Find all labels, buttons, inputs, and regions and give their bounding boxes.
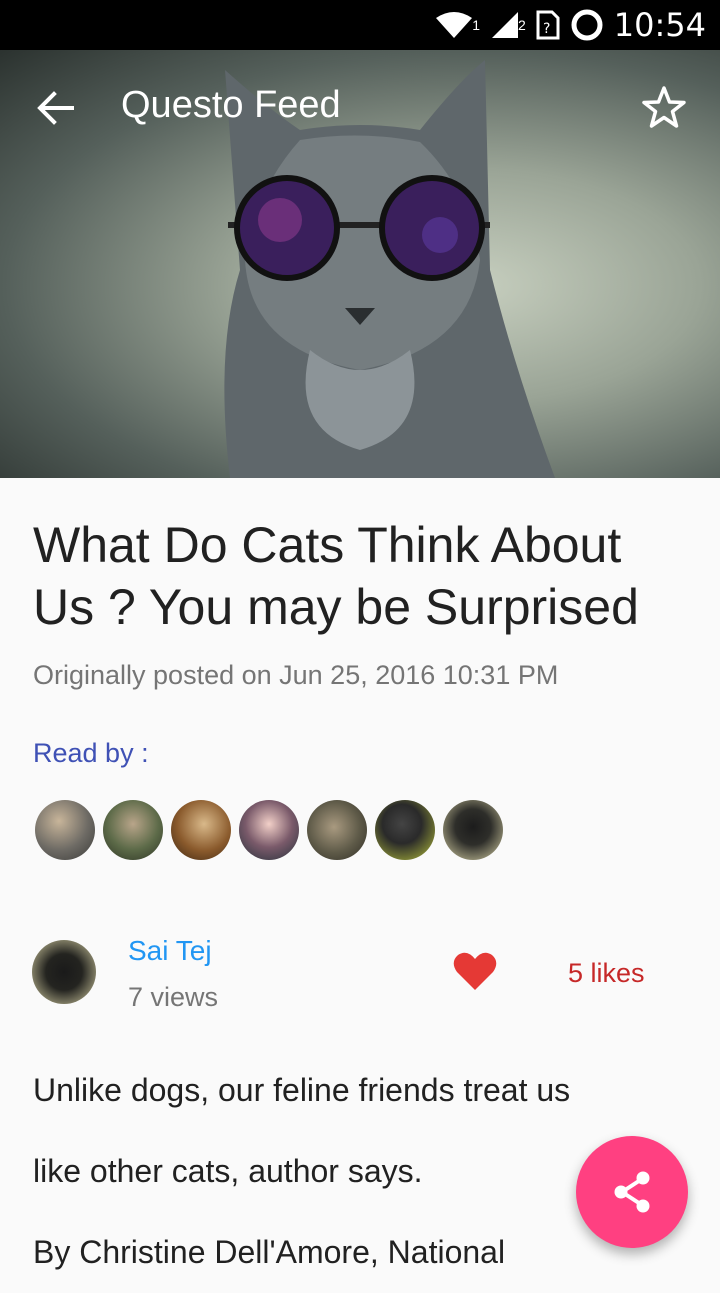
star-outline-icon — [642, 86, 686, 128]
reader-avatar-2[interactable] — [103, 800, 163, 860]
toolbar-title: Questo Feed — [121, 84, 341, 126]
readers-list — [35, 800, 503, 860]
signal-icon: 2 — [490, 10, 526, 40]
article-body: Unlike dogs, our feline friends treat us… — [33, 1050, 673, 1293]
favorite-button[interactable] — [640, 84, 688, 132]
heart-icon — [453, 952, 497, 990]
reader-avatar-6[interactable] — [375, 800, 435, 860]
share-button[interactable] — [576, 1136, 688, 1248]
posted-date: Originally posted on Jun 25, 2016 10:31 … — [33, 660, 559, 690]
reader-avatar-1[interactable] — [35, 800, 95, 860]
read-by-label: Read by : — [33, 738, 149, 768]
reader-avatar-3[interactable] — [171, 800, 231, 860]
back-button[interactable] — [36, 90, 76, 126]
reader-avatar-5[interactable] — [307, 800, 367, 860]
toolbar: Questo Feed — [0, 50, 720, 162]
like-button[interactable] — [452, 950, 498, 992]
status-bar: 1 2 ? 10:54 — [0, 0, 720, 50]
status-time: 10:54 — [613, 6, 706, 44]
author-name[interactable]: Sai Tej — [128, 935, 212, 967]
reader-avatar-4[interactable] — [239, 800, 299, 860]
views-count: 7 views — [128, 982, 219, 1012]
wifi-icon: 1 — [434, 10, 480, 40]
sim1-label: 1 — [472, 17, 480, 33]
share-icon — [614, 1171, 650, 1213]
body-line: By Christine Dell'Amore, National — [33, 1234, 506, 1270]
svg-text:?: ? — [543, 21, 550, 37]
likes-count: 5 likes — [568, 958, 645, 988]
author-row: Sai Tej 7 views 5 likes — [0, 930, 720, 1030]
no-sim-icon: ? — [536, 10, 560, 40]
article-title: What Do Cats Think About Us ? You may be… — [33, 517, 639, 635]
battery-loading-icon — [570, 8, 604, 42]
reader-avatar-7[interactable] — [443, 800, 503, 860]
body-line: Unlike dogs, our feline friends treat us — [33, 1072, 571, 1108]
author-avatar[interactable] — [32, 940, 96, 1004]
arrow-left-icon — [37, 91, 74, 125]
sim2-label: 2 — [517, 17, 526, 33]
